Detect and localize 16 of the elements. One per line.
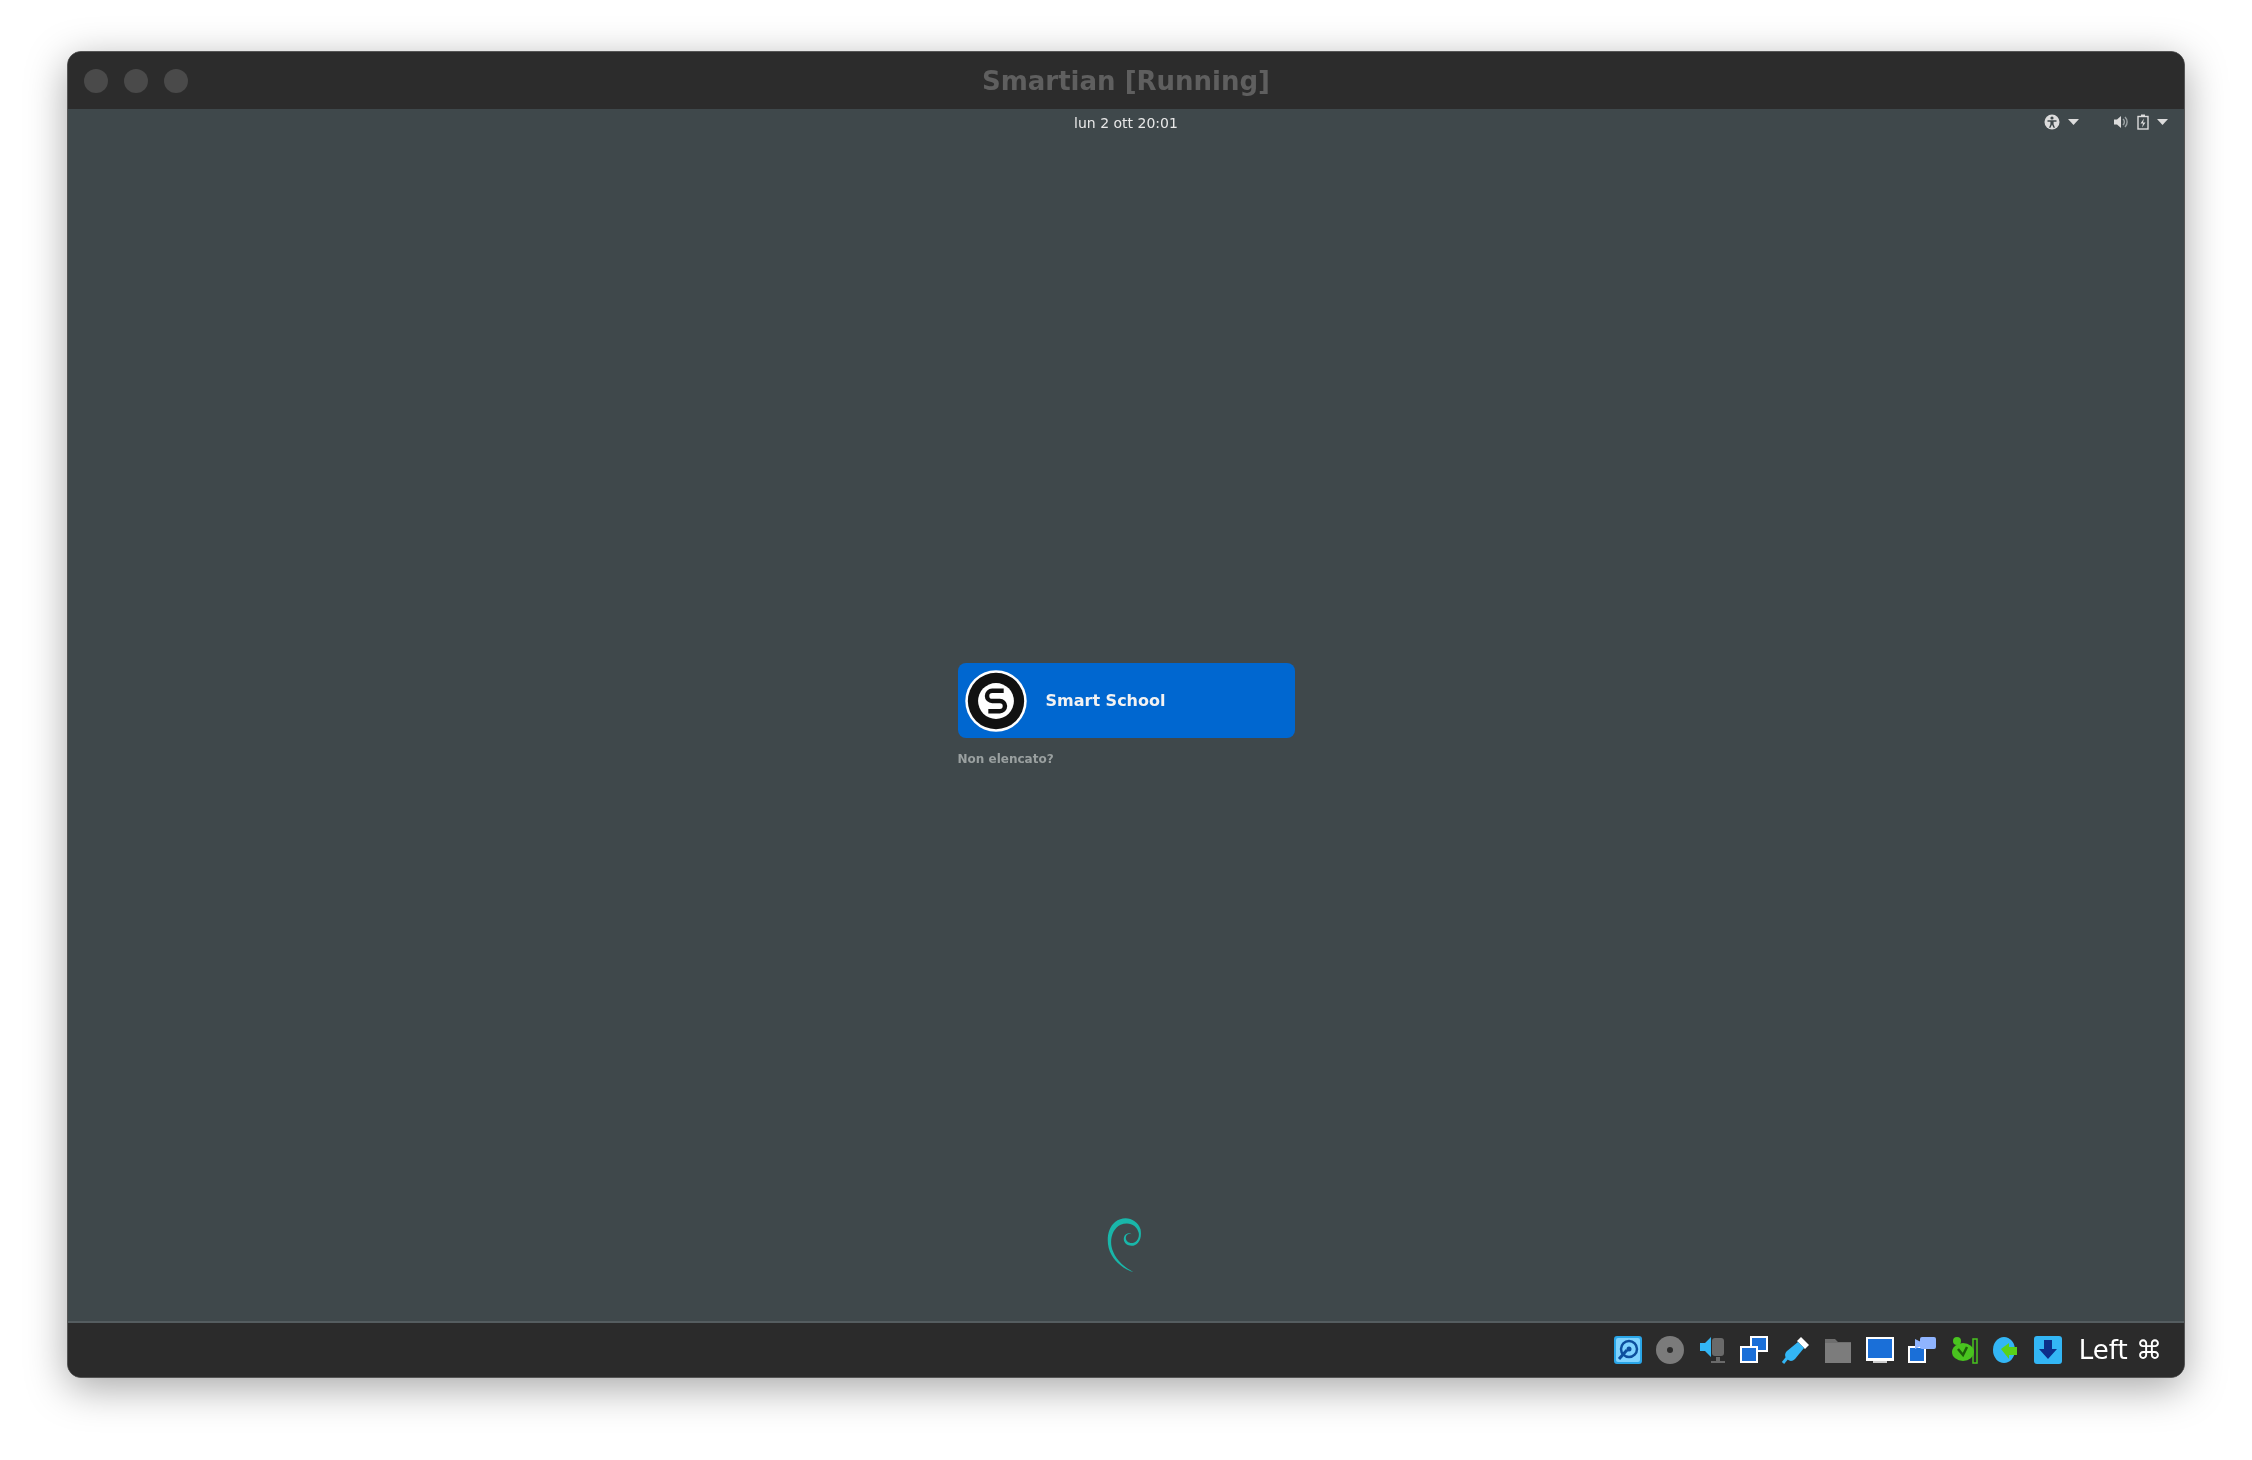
avatar-logo-icon: [963, 668, 1028, 733]
not-listed-link[interactable]: Non elencato?: [957, 752, 1295, 766]
accessibility-icon[interactable]: [2044, 114, 2060, 130]
download-icon[interactable]: [2032, 1335, 2063, 1365]
battery-icon[interactable]: [2137, 114, 2149, 130]
video-capture-icon[interactable]: [1906, 1335, 1937, 1365]
host-key-label: Left ⌘: [2078, 1335, 2162, 1365]
volume-icon[interactable]: [2113, 114, 2129, 130]
clock[interactable]: lun 2 ott 20:01: [1074, 114, 1178, 131]
usb-icon[interactable]: [1780, 1335, 1811, 1365]
caret-icon[interactable]: [2068, 118, 2079, 126]
user-button[interactable]: Smart School: [957, 663, 1295, 738]
monitor-icon[interactable]: [1864, 1335, 1895, 1365]
optical-disc-icon[interactable]: [1654, 1335, 1685, 1365]
network-icon[interactable]: [1738, 1335, 1769, 1365]
caret-icon[interactable]: [2157, 118, 2168, 126]
